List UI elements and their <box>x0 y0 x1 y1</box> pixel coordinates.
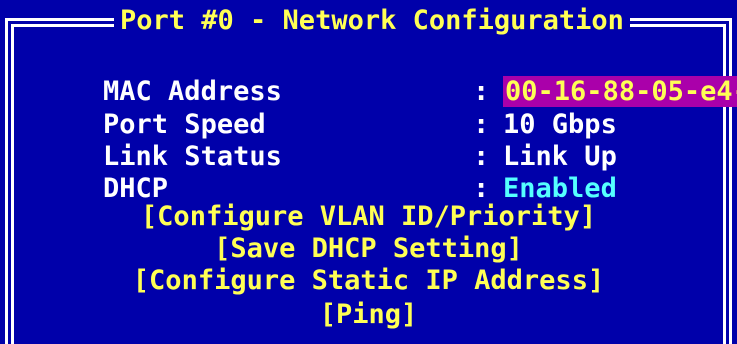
field-label-dhcp: DHCP <box>103 173 169 204</box>
frame-left-inner-border <box>11 24 14 344</box>
field-separator: : <box>473 173 490 204</box>
network-config-screen: Port #0 - Network Configuration MAC Addr… <box>0 0 737 344</box>
configure-static-ip-button[interactable]: [Configure Static IP Address] <box>0 266 737 296</box>
ping-button[interactable]: [Ping] <box>0 300 737 330</box>
configure-vlan-button[interactable]: [Configure VLAN ID/Priority] <box>0 202 737 232</box>
save-dhcp-button[interactable]: [Save DHCP Setting] <box>0 234 737 264</box>
dhcp-value[interactable]: Enabled <box>503 173 617 204</box>
window-title: Port #0 - Network Configuration <box>114 6 630 36</box>
